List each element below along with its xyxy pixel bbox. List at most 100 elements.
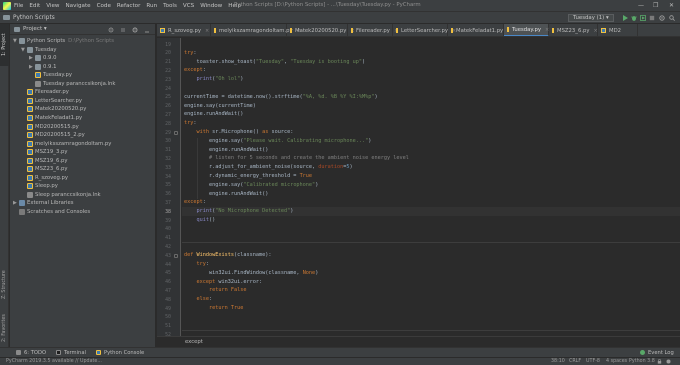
tree-item[interactable]: Scratches and Consoles <box>13 208 90 216</box>
tree-item[interactable]: melyiksszamragondoltam.py <box>21 140 111 148</box>
line-number[interactable]: 27 <box>157 112 171 118</box>
tree-item[interactable]: MSZ23_6.py <box>21 165 68 173</box>
editor-tab[interactable]: melyikszamragondoltam.py × <box>211 24 301 36</box>
editor-tab[interactable]: MatekFeladat1.py× <box>448 24 511 36</box>
line-number[interactable]: 34 <box>157 174 171 180</box>
caret-position[interactable]: 38:10 <box>551 359 565 364</box>
line-number[interactable]: 33 <box>157 165 171 171</box>
line-number[interactable]: 20 <box>157 50 171 56</box>
file-encoding[interactable]: UTF-8 <box>586 359 600 364</box>
editor-tab[interactable]: MSZ23_6.py × <box>549 24 598 36</box>
python-interpreter[interactable]: Python 3.8 <box>629 359 655 364</box>
tree-item[interactable]: MSZ19_3.py <box>21 148 68 156</box>
tree-item[interactable]: ▶ External Libraries <box>13 199 74 207</box>
python-console-tool-button[interactable]: Python Console <box>95 350 144 356</box>
line-number[interactable]: 30 <box>157 138 171 144</box>
tree-item[interactable]: Tuesday paranccsikonja.lnk <box>29 80 115 88</box>
stop-icon[interactable] <box>649 15 655 21</box>
debug-icon[interactable] <box>631 15 637 21</box>
menu-window[interactable]: Window <box>200 3 222 9</box>
inspector-icon[interactable] <box>666 359 671 364</box>
line-number[interactable]: 22 <box>157 68 171 74</box>
hide-panel-icon[interactable] <box>144 27 150 33</box>
editor-tab[interactable]: Tuesday.py × <box>504 24 549 36</box>
project-tool-tab[interactable]: 1: Project <box>0 24 9 66</box>
tree-item[interactable]: ▼ Tuesday <box>21 46 57 54</box>
editor-tab[interactable]: R_szoveg.py × <box>157 24 211 36</box>
line-number[interactable]: 40 <box>157 226 171 232</box>
tree-item[interactable]: MatekFeladat1.py <box>21 114 82 122</box>
settings-icon[interactable] <box>659 15 665 21</box>
fold-marker-icon[interactable] <box>174 254 178 259</box>
tree-item[interactable]: Matek20200520.py <box>21 105 86 113</box>
close-tab-icon[interactable]: × <box>205 28 209 34</box>
event-log-button[interactable]: Event Log <box>640 350 674 356</box>
indent-setting[interactable]: 4 spaces <box>606 359 627 364</box>
line-number[interactable]: 44 <box>157 262 171 268</box>
editor-tab[interactable]: MD2 <box>598 24 638 36</box>
editor-tab[interactable]: Matek20200520.py× <box>287 24 355 36</box>
menu-run[interactable]: Run <box>146 3 157 9</box>
editor-tab[interactable]: Filereader.py× <box>348 24 398 36</box>
line-number[interactable]: 35 <box>157 182 171 188</box>
line-number[interactable]: 23 <box>157 77 171 83</box>
line-number[interactable]: 24 <box>157 86 171 92</box>
expand-all-icon[interactable] <box>120 27 126 33</box>
code-editor[interactable]: try: toaster.show_toast("Tuesday", "Tues… <box>182 38 680 347</box>
line-number[interactable]: 47 <box>157 288 171 294</box>
menu-navigate[interactable]: Navigate <box>66 3 91 9</box>
line-number[interactable]: 38 <box>157 209 171 215</box>
line-number[interactable]: 32 <box>157 156 171 162</box>
fold-marker-icon[interactable] <box>174 131 178 135</box>
tree-item[interactable]: MD20200515_2.py <box>21 131 85 139</box>
update-notification[interactable]: PyCharm 2019.3.5 available // Update... <box>6 359 102 364</box>
menu-edit[interactable]: Edit <box>29 3 40 9</box>
menu-refactor[interactable]: Refactor <box>117 3 140 9</box>
tree-item[interactable]: Tuesday.py <box>29 71 72 79</box>
line-number[interactable]: 25 <box>157 94 171 100</box>
line-number[interactable]: 37 <box>157 200 171 206</box>
todo-tool-button[interactable]: 6: TODO <box>16 350 46 356</box>
locate-file-icon[interactable] <box>108 27 114 33</box>
tree-item[interactable]: Sleep paranccsikonja.lnk <box>21 191 101 199</box>
tree-item[interactable]: MSZ19_6.py <box>21 157 68 165</box>
favorites-tool-tab[interactable]: 2: Favorites <box>0 308 9 348</box>
terminal-tool-button[interactable]: Terminal <box>56 350 86 356</box>
line-number[interactable]: 51 <box>157 323 171 329</box>
line-number[interactable]: 46 <box>157 279 171 285</box>
editor-tab[interactable]: LetterSearcher.py × <box>393 24 456 36</box>
tree-item[interactable]: ▼ Python Scripts D:\Python Scripts <box>13 37 114 45</box>
tree-item[interactable]: LetterSearcher.py <box>21 97 82 105</box>
run-icon[interactable] <box>622 15 628 21</box>
maximize-button[interactable]: ❐ <box>653 2 658 9</box>
lock-icon[interactable] <box>657 359 662 364</box>
tree-item[interactable]: Filereader.py <box>21 88 69 96</box>
tree-item[interactable]: R_szoveg.py <box>21 174 68 182</box>
run-configuration-selector[interactable]: Tuesday (1) ▾ <box>568 14 614 22</box>
menu-code[interactable]: Code <box>97 3 111 9</box>
menu-vcs[interactable]: VCS <box>183 3 194 9</box>
line-number[interactable]: 26 <box>157 103 171 109</box>
tree-item[interactable]: ▶ 0.9.0 <box>29 54 56 62</box>
line-number[interactable]: 39 <box>157 218 171 224</box>
line-number[interactable]: 29 <box>157 130 171 136</box>
line-separator[interactable]: CRLF <box>569 359 581 364</box>
line-number[interactable]: 41 <box>157 235 171 241</box>
line-number[interactable]: 43 <box>157 253 171 259</box>
menu-tools[interactable]: Tools <box>163 3 177 9</box>
coverage-icon[interactable] <box>640 15 646 21</box>
line-number[interactable]: 28 <box>157 121 171 127</box>
line-number[interactable]: 42 <box>157 244 171 250</box>
structure-tool-tab[interactable]: Z: Structure <box>0 264 9 306</box>
menu-view[interactable]: View <box>46 3 59 9</box>
search-everywhere-icon[interactable] <box>669 15 675 21</box>
line-number[interactable]: 50 <box>157 314 171 320</box>
line-number[interactable]: 36 <box>157 191 171 197</box>
tree-item[interactable]: ▶ 0.9.1 <box>29 63 56 71</box>
tree-item[interactable]: Sleep.py <box>21 182 58 190</box>
project-breadcrumb[interactable]: Python Scripts <box>3 15 55 21</box>
minimize-button[interactable]: — <box>638 2 644 9</box>
line-number[interactable]: 31 <box>157 147 171 153</box>
line-number[interactable]: 45 <box>157 270 171 276</box>
gear-icon[interactable] <box>132 27 138 33</box>
